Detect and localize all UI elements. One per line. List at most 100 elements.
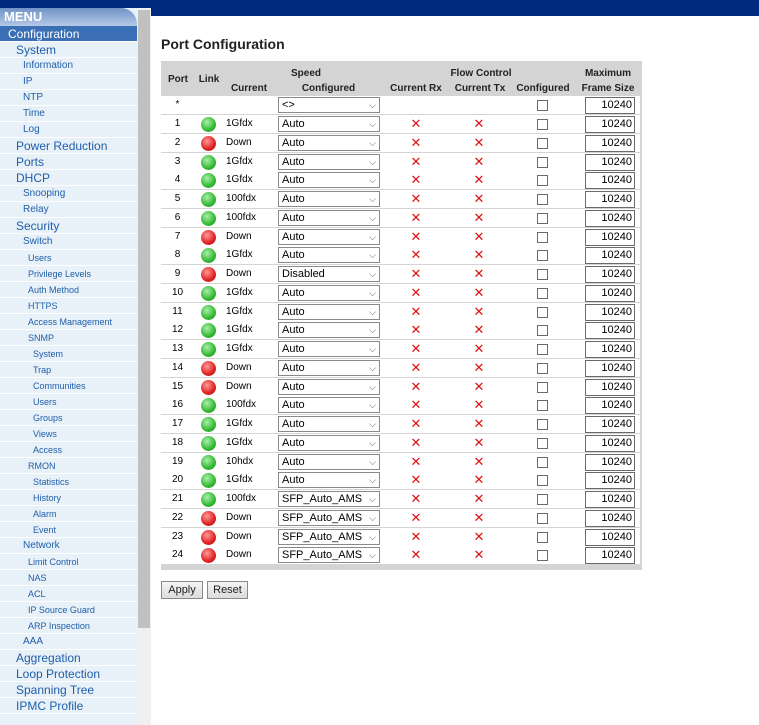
menu-item-dhcp[interactable]: DHCP — [0, 170, 137, 186]
menu-item-security[interactable]: Security — [0, 218, 137, 234]
fc-configured-checkbox[interactable] — [537, 344, 548, 355]
menu-item-access[interactable]: Access — [0, 442, 137, 458]
speed-configured-select[interactable]: Auto ⌵ — [278, 341, 380, 357]
max-frame-input[interactable]: 10240 — [585, 172, 635, 190]
menu-item-limit-control[interactable]: Limit Control — [0, 554, 137, 570]
fc-configured-checkbox[interactable] — [537, 325, 548, 337]
max-frame-input[interactable]: 10240 — [585, 547, 635, 565]
max-frame-input[interactable]: 10240 — [585, 284, 635, 302]
speed-configured-select[interactable]: Auto ⌵ — [278, 303, 380, 320]
max-frame-input[interactable]: 10240 — [585, 528, 635, 546]
speed-configured-select[interactable]: Auto ⌵ — [278, 397, 380, 414]
speed-configured-select[interactable]: Auto ⌵ — [278, 284, 380, 301]
menu-item-network[interactable]: Network — [0, 538, 137, 554]
speed-configured-select[interactable]: Auto ⌵ — [278, 209, 380, 226]
speed-configured-select[interactable]: Auto ⌵ — [278, 378, 380, 395]
fc-configured-checkbox[interactable] — [537, 306, 548, 318]
menu-item-ip[interactable]: IP — [0, 74, 137, 90]
menu-item-groups[interactable]: Groups — [0, 410, 137, 426]
menu-item-ports[interactable]: Ports — [0, 154, 137, 170]
speed-configured-select[interactable]: Auto ⌵ — [278, 191, 380, 207]
max-frame-input[interactable]: 10240 — [585, 491, 635, 508]
speed-configured-select[interactable]: Auto ⌵ — [278, 472, 380, 489]
menu-item-snooping[interactable]: Snooping — [0, 186, 137, 202]
speed-configured-select[interactable]: Auto ⌵ — [278, 134, 380, 151]
max-frame-input[interactable]: 10240 — [585, 153, 635, 171]
speed-configured-select[interactable]: Auto ⌵ — [278, 416, 380, 432]
menu-item-switch[interactable]: Switch — [0, 234, 137, 250]
speed-configured-select[interactable]: SFP_Auto_AMS ⌵ — [278, 547, 380, 564]
menu-item-users[interactable]: Users — [0, 250, 137, 266]
menu-item-aaa[interactable]: AAA — [0, 634, 137, 650]
speed-configured-select[interactable]: Auto ⌵ — [278, 247, 380, 264]
max-frame-input[interactable]: 10240 — [585, 416, 635, 433]
menu-item-arp-inspection[interactable]: ARP Inspection — [0, 618, 137, 634]
menu-item-aggregation[interactable]: Aggregation — [0, 650, 137, 666]
menu-item-views[interactable]: Views — [0, 426, 137, 442]
fc-configured-checkbox[interactable] — [537, 456, 548, 468]
scrollbar-thumb[interactable] — [138, 10, 150, 628]
fc-configured-checkbox[interactable] — [537, 119, 548, 130]
fc-configured-checkbox[interactable] — [537, 494, 548, 505]
max-frame-input[interactable]: 10240 — [585, 397, 635, 415]
max-frame-input[interactable]: 10240 — [585, 472, 635, 490]
menu-item-rmon[interactable]: RMON — [0, 458, 137, 474]
menu-item-ipmc-profile[interactable]: IPMC Profile — [0, 698, 137, 714]
all-ports-max-frame-input[interactable]: 10240 — [585, 97, 635, 114]
max-frame-input[interactable]: 10240 — [585, 247, 635, 265]
menu-item-spanning-tree[interactable]: Spanning Tree — [0, 682, 137, 698]
fc-configured-checkbox[interactable] — [537, 400, 548, 412]
speed-configured-select[interactable]: SFP_Auto_AMS ⌵ — [278, 491, 380, 507]
fc-configured-checkbox[interactable] — [537, 362, 548, 374]
speed-configured-select[interactable]: SFP_Auto_AMS ⌵ — [278, 528, 380, 545]
menu-item-acl[interactable]: ACL — [0, 586, 137, 602]
speed-configured-select[interactable]: SFP_Auto_AMS ⌵ — [278, 509, 380, 526]
menu-item-time[interactable]: Time — [0, 106, 137, 122]
speed-configured-select[interactable]: Auto ⌵ — [278, 453, 380, 470]
apply-button[interactable]: Apply — [161, 581, 203, 599]
all-ports-fc-checkbox[interactable] — [537, 100, 548, 111]
speed-configured-select[interactable]: Auto ⌵ — [278, 116, 380, 132]
speed-configured-select[interactable]: Auto ⌵ — [278, 322, 380, 339]
menu-item-alarm[interactable]: Alarm — [0, 506, 137, 522]
speed-configured-select[interactable]: Auto ⌵ — [278, 359, 380, 376]
max-frame-input[interactable]: 10240 — [585, 303, 635, 321]
fc-configured-checkbox[interactable] — [537, 269, 548, 280]
menu-item-information[interactable]: Information — [0, 58, 137, 74]
all-ports-speed-select[interactable]: <> ⌵ — [278, 97, 380, 113]
fc-configured-checkbox[interactable] — [537, 137, 548, 149]
menu-item-configuration[interactable]: Configuration — [0, 26, 137, 42]
menu-item-privilege-levels[interactable]: Privilege Levels — [0, 266, 137, 282]
max-frame-input[interactable]: 10240 — [585, 134, 635, 152]
menu-item-trap[interactable]: Trap — [0, 362, 137, 378]
menu-item-auth-method[interactable]: Auth Method — [0, 282, 137, 298]
menu-item-communities[interactable]: Communities — [0, 378, 137, 394]
fc-configured-checkbox[interactable] — [537, 231, 548, 243]
max-frame-input[interactable]: 10240 — [585, 509, 635, 527]
fc-configured-checkbox[interactable] — [537, 531, 548, 543]
fc-configured-checkbox[interactable] — [537, 419, 548, 430]
fc-configured-checkbox[interactable] — [537, 381, 548, 393]
menu-item-log[interactable]: Log — [0, 122, 137, 138]
speed-configured-select[interactable]: Auto ⌵ — [278, 228, 380, 245]
fc-configured-checkbox[interactable] — [537, 550, 548, 562]
menu-item-snmp[interactable]: SNMP — [0, 330, 137, 346]
speed-configured-select[interactable]: Auto ⌵ — [278, 434, 380, 451]
menu-item-system[interactable]: System — [0, 346, 137, 362]
max-frame-input[interactable]: 10240 — [585, 116, 635, 133]
fc-configured-checkbox[interactable] — [537, 437, 548, 449]
max-frame-input[interactable]: 10240 — [585, 266, 635, 283]
menu-item-nas[interactable]: NAS — [0, 570, 137, 586]
max-frame-input[interactable]: 10240 — [585, 209, 635, 227]
menu-item-access-management[interactable]: Access Management — [0, 314, 137, 330]
max-frame-input[interactable]: 10240 — [585, 378, 635, 396]
menu-item-ntp[interactable]: NTP — [0, 90, 137, 106]
fc-configured-checkbox[interactable] — [537, 194, 548, 205]
menu-item-history[interactable]: History — [0, 490, 137, 506]
fc-configured-checkbox[interactable] — [537, 212, 548, 224]
fc-configured-checkbox[interactable] — [537, 250, 548, 262]
fc-configured-checkbox[interactable] — [537, 175, 548, 187]
speed-configured-select[interactable]: Auto ⌵ — [278, 153, 380, 170]
reset-button[interactable]: Reset — [207, 581, 248, 599]
fc-configured-checkbox[interactable] — [537, 287, 548, 299]
